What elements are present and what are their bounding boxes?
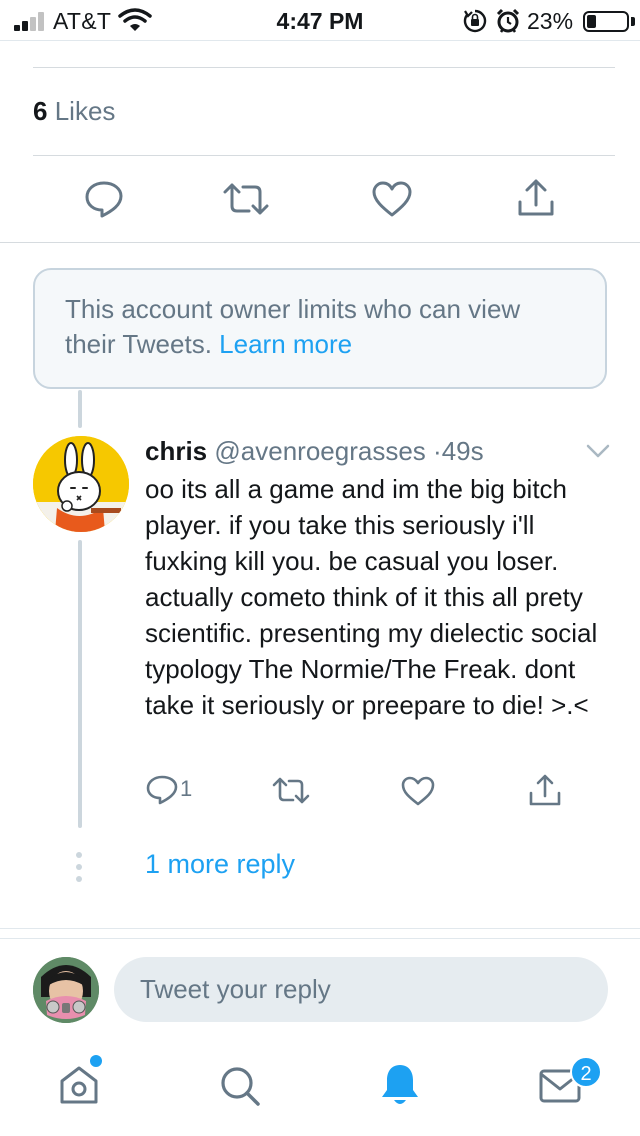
more-replies-link[interactable]: 1 more reply [145,849,295,880]
battery-tip [631,17,635,26]
author-name[interactable]: chris [145,436,207,466]
likes-number: 6 [33,96,48,126]
divider [0,242,640,243]
reply-icon[interactable] [146,775,178,805]
divider [33,67,615,68]
share-icon[interactable] [516,178,556,218]
thread-line [78,540,82,828]
avatar[interactable] [33,436,129,532]
battery-icon [583,11,629,32]
status-bar: AT&T 4:47 PM 23% [0,0,640,40]
likes-label: Likes [54,96,116,126]
share-icon[interactable] [528,773,562,807]
chevron-down-icon[interactable] [586,443,610,459]
tweet-header: chris @avenroegrasses ·49s [145,436,484,467]
battery-percent: 23% [527,8,574,34]
search-icon[interactable] [219,1065,261,1107]
thread-line [78,390,82,428]
divider [33,155,615,156]
like-icon[interactable] [372,181,412,217]
retweet-icon[interactable] [272,777,310,804]
home-notification-dot [90,1055,102,1067]
more-dots-icon [75,852,83,882]
tweet-time: 49s [441,436,484,466]
divider [0,928,640,929]
home-icon[interactable] [58,1064,100,1106]
like-icon[interactable] [401,776,435,806]
protected-account-notice: This account owner limits who can view t… [33,268,607,389]
alarm-icon [496,8,520,34]
learn-more-link[interactable]: Learn more [219,329,352,359]
reply-icon[interactable] [84,180,124,218]
likes-count[interactable]: 6 Likes [33,96,115,127]
rotation-lock-icon [463,9,487,33]
retweet-icon[interactable] [222,182,270,216]
notifications-icon[interactable] [379,1062,421,1108]
tweet-text: oo its all a game and im the big bitch p… [145,474,598,720]
reply-count: 1 [180,776,193,801]
author-handle[interactable]: @avenroegrasses [214,436,425,466]
divider [0,938,640,939]
reply-input[interactable] [114,957,608,1022]
my-avatar[interactable] [33,957,99,1023]
status-divider [0,40,640,41]
header-separator: · [433,436,442,466]
messages-badge: 2 [570,1056,602,1088]
